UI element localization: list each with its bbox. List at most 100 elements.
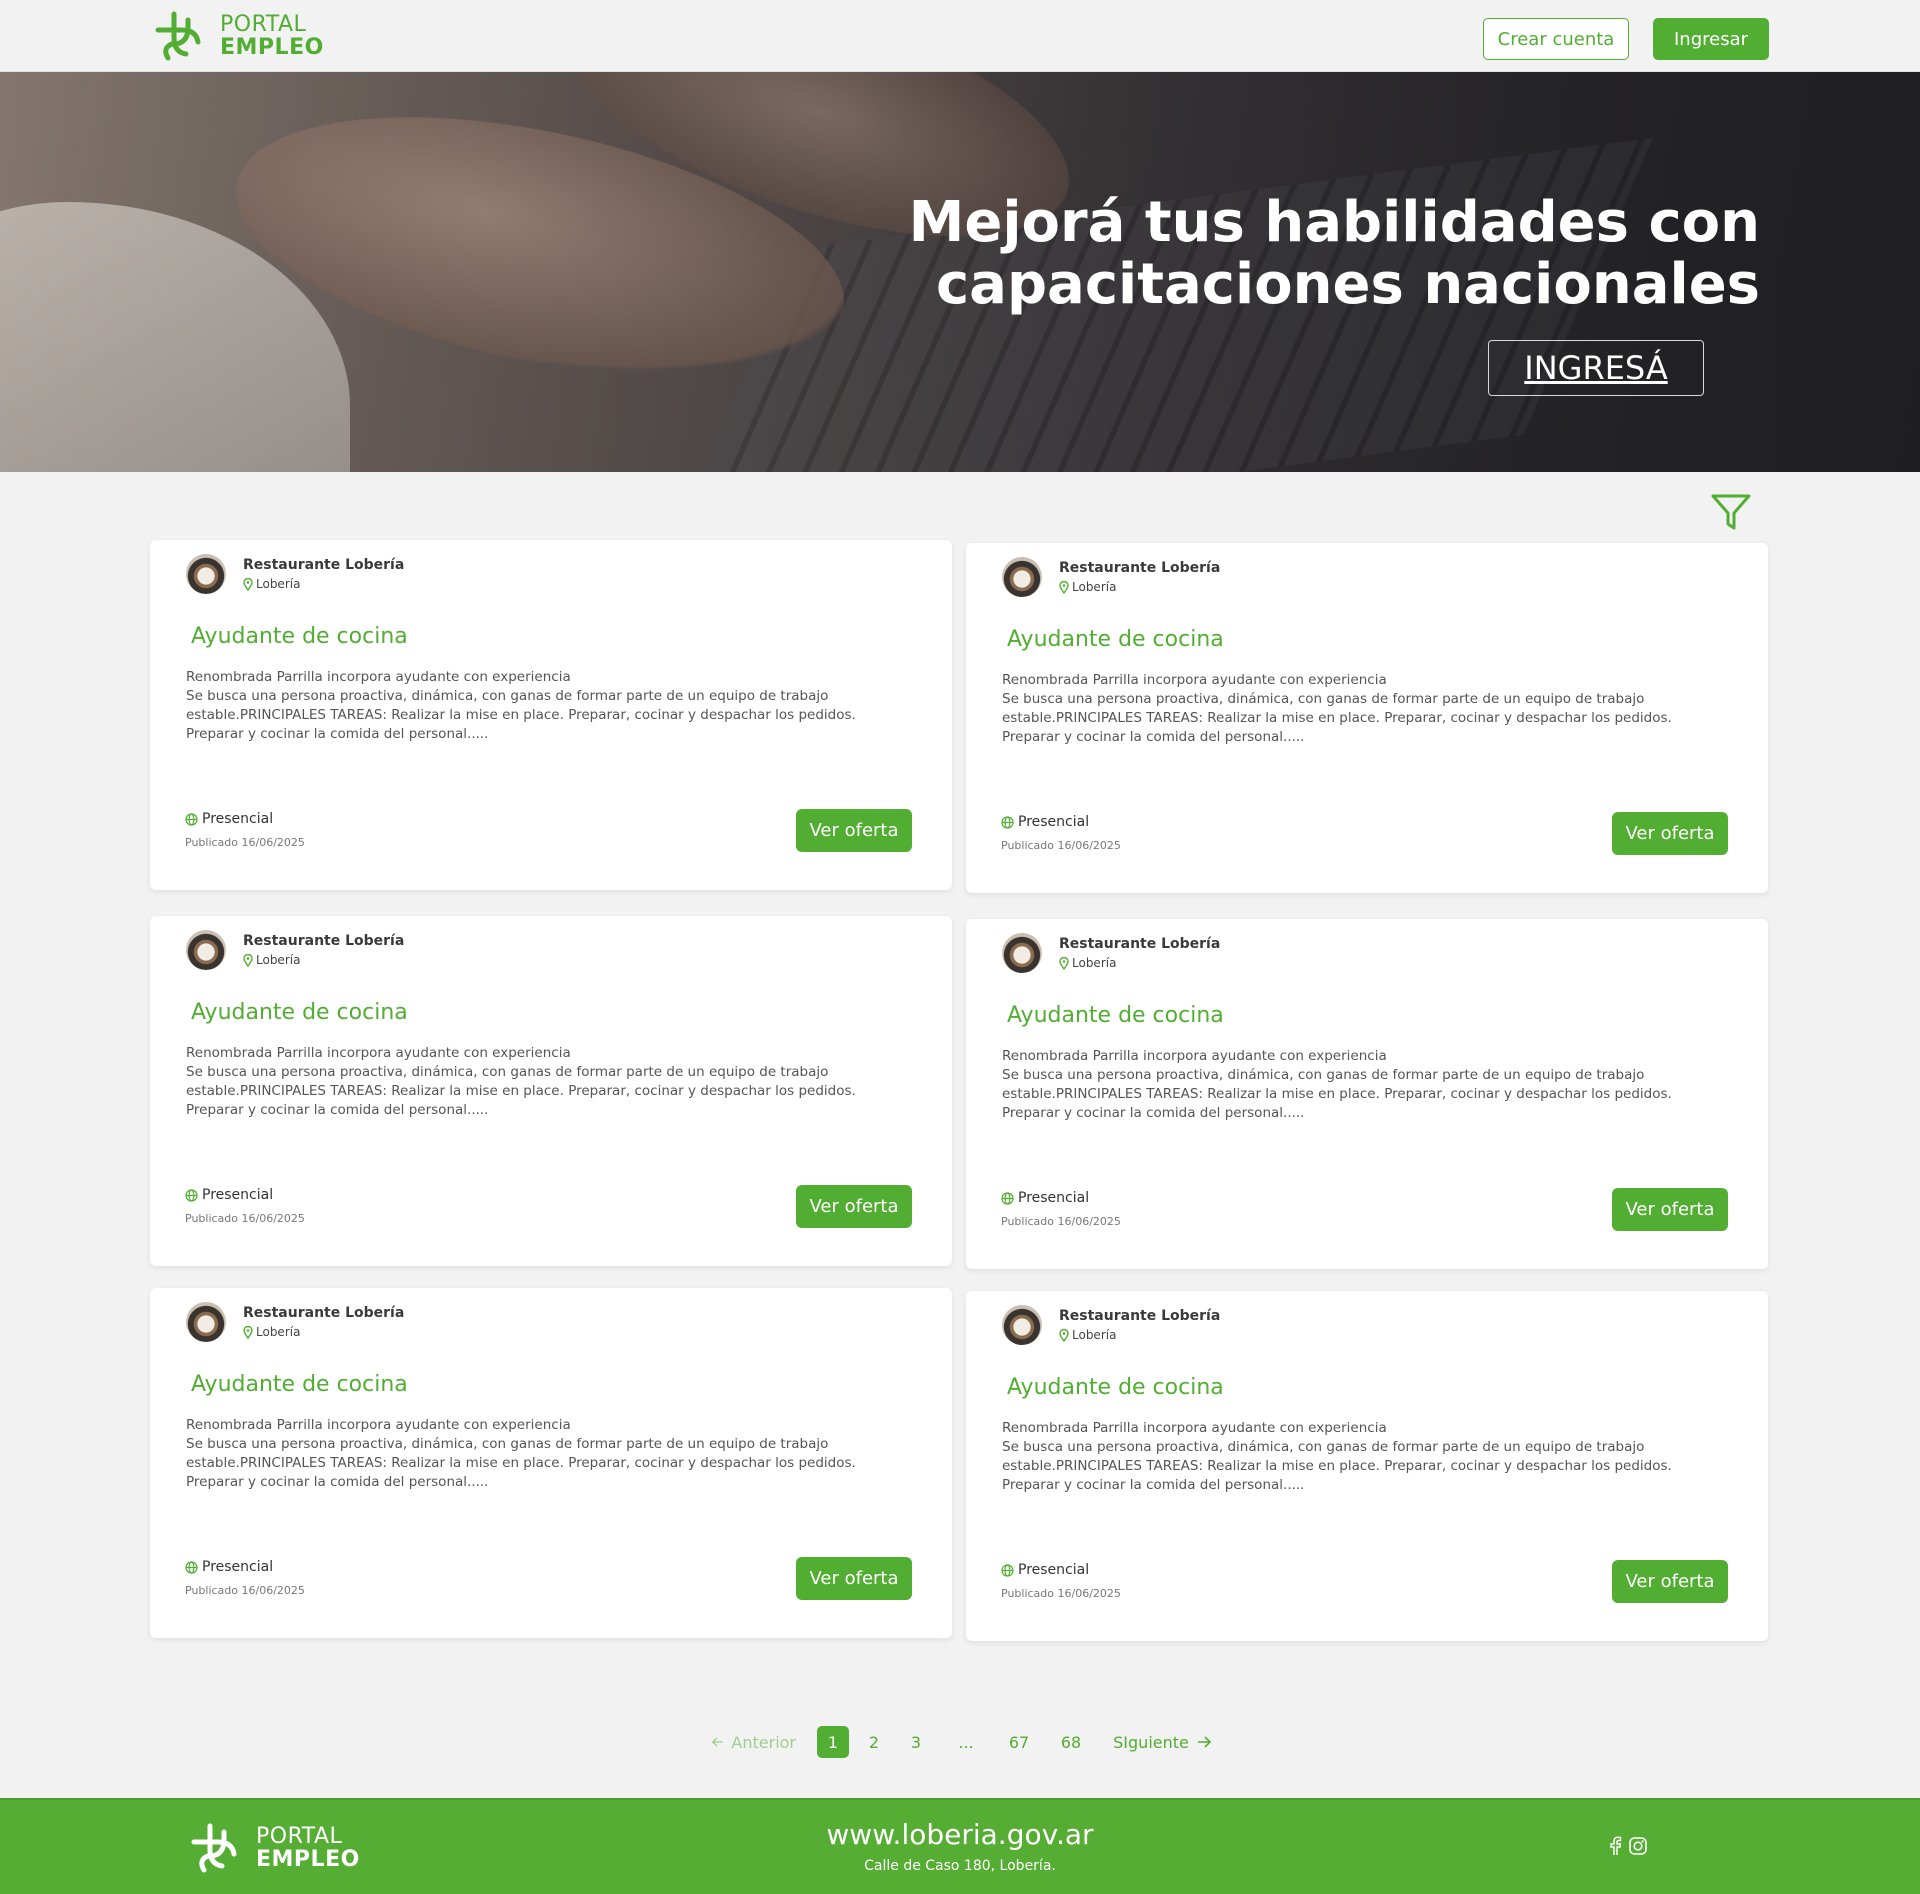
view-offer-button[interactable]: Ver oferta <box>796 1557 912 1600</box>
view-offer-button[interactable]: Ver oferta <box>1612 1560 1728 1603</box>
job-title[interactable]: Ayudante de cocina <box>191 1000 408 1025</box>
job-title[interactable]: Ayudante de cocina <box>191 624 408 649</box>
pagination-page[interactable]: 1 <box>817 1726 849 1758</box>
arrow-right-icon <box>1197 1736 1211 1748</box>
company-avatar <box>186 554 226 594</box>
job-description: Renombrada Parrilla incorpora ayudante c… <box>1002 1047 1702 1123</box>
arrow-left-icon <box>712 1737 723 1747</box>
job-description-line: Se busca una persona proactiva, dinámica… <box>186 688 829 704</box>
location-label: Lobería <box>256 1325 301 1339</box>
job-description-line: estable.PRINCIPALES TAREAS: Realizar la … <box>186 1455 856 1471</box>
top-header: PORTAL EMPLEO Crear cuenta Ingresar <box>0 0 1920 72</box>
job-location: Lobería <box>1059 1328 1116 1342</box>
modality-label: Presencial <box>1018 814 1090 830</box>
job-card: Restaurante Lobería Lobería Ayudante de … <box>150 1288 952 1638</box>
company-avatar <box>1002 557 1042 597</box>
hero-title: Mejorá tus habilidades con capacitacione… <box>900 192 1760 316</box>
job-card: Restaurante Lobería Lobería Ayudante de … <box>966 919 1768 1269</box>
view-offer-button[interactable]: Ver oferta <box>1612 1188 1728 1231</box>
company-name: Restaurante Lobería <box>1059 936 1221 952</box>
job-description-line: Renombrada Parrilla incorpora ayudante c… <box>1002 672 1387 688</box>
map-pin-icon <box>243 953 253 967</box>
pagination-prev[interactable]: Anterior <box>712 1726 796 1758</box>
logo-line-portal: PORTAL <box>220 11 307 37</box>
pagination-prev-label: Anterior <box>731 1732 796 1752</box>
job-description-line: Preparar y cocinar la comida del persona… <box>1002 1105 1305 1121</box>
job-description-line: Preparar y cocinar la comida del persona… <box>1002 729 1305 745</box>
job-description: Renombrada Parrilla incorpora ayudante c… <box>1002 671 1702 747</box>
map-pin-icon <box>243 1325 253 1339</box>
facebook-icon[interactable] <box>1608 1836 1622 1856</box>
pagination-next[interactable]: SIguiente <box>1112 1726 1212 1758</box>
portal-empleo-logo-icon <box>155 11 201 61</box>
globe-icon <box>185 1188 198 1202</box>
job-description-line: estable.PRINCIPALES TAREAS: Realizar la … <box>1002 1086 1672 1102</box>
location-label: Lobería <box>1072 956 1117 970</box>
published-date: Publicado 16/06/2025 <box>185 836 305 849</box>
published-date: Publicado 16/06/2025 <box>1001 839 1121 852</box>
company-avatar <box>186 930 226 970</box>
job-modality: Presencial <box>185 1187 273 1203</box>
job-description-line: Preparar y cocinar la comida del persona… <box>186 726 489 742</box>
pagination-ellipsis: ... <box>958 1732 974 1752</box>
job-location: Lobería <box>243 577 300 591</box>
job-location: Lobería <box>243 953 300 967</box>
pagination-page[interactable]: 3 <box>900 1726 932 1758</box>
job-title[interactable]: Ayudante de cocina <box>1007 1375 1224 1400</box>
job-location: Lobería <box>1059 956 1116 970</box>
job-description-line: Renombrada Parrilla incorpora ayudante c… <box>1002 1048 1387 1064</box>
job-title[interactable]: Ayudante de cocina <box>1007 1003 1224 1028</box>
hero-banner: Mejorá tus habilidades con capacitacione… <box>0 72 1920 472</box>
job-description-line: Renombrada Parrilla incorpora ayudante c… <box>186 669 571 685</box>
job-modality: Presencial <box>185 811 273 827</box>
logo-line-empleo: EMPLEO <box>220 34 324 60</box>
job-description: Renombrada Parrilla incorpora ayudante c… <box>186 1416 886 1492</box>
job-card: Restaurante Lobería Lobería Ayudante de … <box>966 1291 1768 1641</box>
portal-empleo-logo[interactable]: PORTAL EMPLEO <box>152 8 324 64</box>
pagination-page[interactable]: 68 <box>1054 1726 1088 1758</box>
job-location: Lobería <box>1059 580 1116 594</box>
published-date: Publicado 16/06/2025 <box>1001 1215 1121 1228</box>
globe-icon <box>1001 1563 1014 1577</box>
view-offer-button[interactable]: Ver oferta <box>796 1185 912 1228</box>
job-description-line: Se busca una persona proactiva, dinámica… <box>1002 691 1645 707</box>
job-card: Restaurante Lobería Lobería Ayudante de … <box>150 540 952 890</box>
instagram-icon[interactable] <box>1628 1836 1648 1856</box>
hero-cta-button[interactable]: INGRESÁ <box>1488 340 1704 396</box>
view-offer-button[interactable]: Ver oferta <box>796 809 912 852</box>
company-avatar <box>1002 933 1042 973</box>
job-title[interactable]: Ayudante de cocina <box>1007 627 1224 652</box>
job-description-line: Preparar y cocinar la comida del persona… <box>186 1474 489 1490</box>
pagination-next-label: SIguiente <box>1113 1732 1189 1752</box>
job-description-line: Preparar y cocinar la comida del persona… <box>1002 1477 1305 1493</box>
modality-label: Presencial <box>1018 1190 1090 1206</box>
location-label: Lobería <box>1072 580 1117 594</box>
published-date: Publicado 16/06/2025 <box>1001 1587 1121 1600</box>
modality-label: Presencial <box>1018 1562 1090 1578</box>
view-offer-button[interactable]: Ver oferta <box>1612 812 1728 855</box>
job-description-line: Renombrada Parrilla incorpora ayudante c… <box>186 1417 571 1433</box>
footer-website-link[interactable]: www.loberia.gov.ar <box>760 1818 1160 1851</box>
job-title[interactable]: Ayudante de cocina <box>191 1372 408 1397</box>
job-description-line: Se busca una persona proactiva, dinámica… <box>1002 1439 1645 1455</box>
filter-icon[interactable] <box>1710 492 1752 532</box>
published-date: Publicado 16/06/2025 <box>185 1584 305 1597</box>
globe-icon <box>185 812 198 826</box>
footer-logo[interactable]: PORTAL EMPLEO <box>188 1820 360 1876</box>
social-links <box>1608 1836 1648 1856</box>
portal-empleo-logo-icon <box>191 1823 237 1873</box>
login-button[interactable]: Ingresar <box>1653 18 1769 60</box>
map-pin-icon <box>1059 956 1069 970</box>
logo-line-portal: PORTAL <box>256 1823 343 1849</box>
company-name: Restaurante Lobería <box>243 557 405 573</box>
create-account-button[interactable]: Crear cuenta <box>1483 18 1629 60</box>
site-footer: PORTAL EMPLEO www.loberia.gov.ar Calle d… <box>0 1798 1920 1894</box>
job-modality: Presencial <box>1001 814 1089 830</box>
job-modality: Presencial <box>1001 1562 1089 1578</box>
job-card: Restaurante Lobería Lobería Ayudante de … <box>966 543 1768 893</box>
map-pin-icon <box>243 577 253 591</box>
pagination-page[interactable]: 2 <box>858 1726 890 1758</box>
location-label: Lobería <box>256 953 301 967</box>
pagination-page[interactable]: 67 <box>1002 1726 1036 1758</box>
logo-line-empleo: EMPLEO <box>256 1846 360 1872</box>
